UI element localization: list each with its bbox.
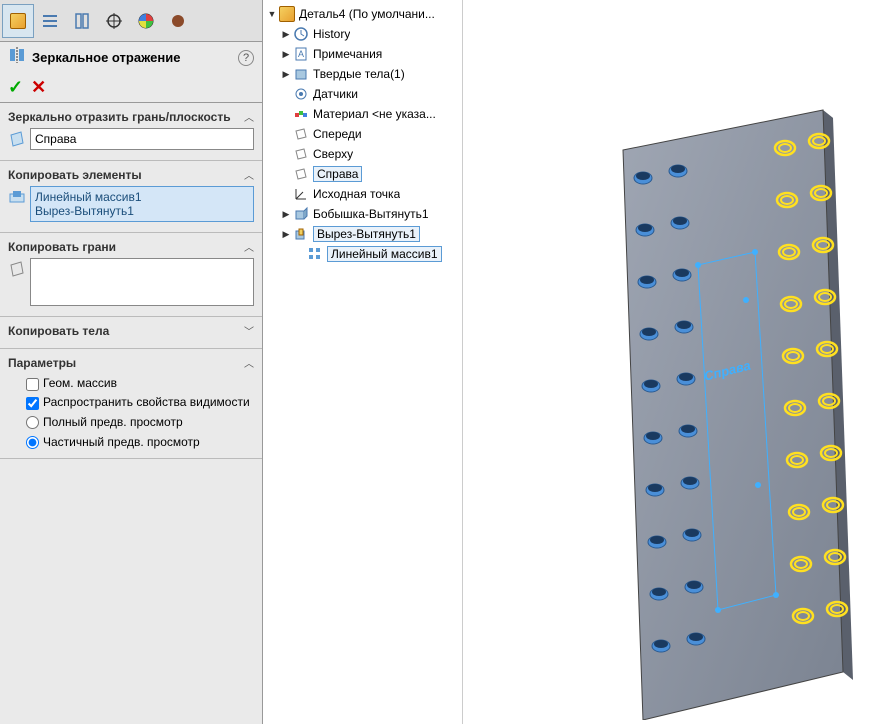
plane-icon — [293, 166, 309, 182]
feature-title: Зеркальное отражение — [32, 50, 238, 65]
target-icon — [105, 12, 123, 30]
model-view: Справа — [523, 40, 879, 720]
full-preview-radio[interactable]: Полный предв. просмотр — [8, 412, 254, 432]
plane-icon — [8, 130, 26, 148]
config-icon — [73, 12, 91, 30]
ok-button[interactable]: ✓ — [8, 77, 23, 98]
chevron-right-icon[interactable]: ▶ — [281, 69, 291, 80]
list-icon — [41, 12, 59, 30]
face-icon — [8, 260, 26, 278]
section-title: Зеркально отразить грань/плоскость — [8, 110, 244, 124]
cut-icon — [293, 226, 309, 242]
tree-annotations[interactable]: ▶ A Примечания — [263, 44, 462, 64]
property-manager-panel: Зеркальное отражение ? ✓ ✕ Зеркально отр… — [0, 0, 263, 724]
tree-solid-bodies[interactable]: ▶ Твердые тела(1) — [263, 64, 462, 84]
chevron-right-icon[interactable]: ▶ — [281, 229, 291, 240]
material-icon — [293, 106, 309, 122]
collapse-toggle[interactable]: ︿ — [244, 239, 254, 254]
tree-boss-extrude[interactable]: ▶ Бобышка-Вытянуть1 — [263, 204, 462, 224]
render-icon — [169, 12, 187, 30]
chevron-right-icon[interactable]: ▶ — [281, 49, 291, 60]
pattern-icon — [307, 246, 323, 262]
tree-cut-extrude[interactable]: ▶ Вырез-Вытянуть1 — [263, 224, 462, 244]
collapse-toggle[interactable]: ︿ — [244, 109, 254, 124]
collapse-toggle[interactable]: ︿ — [244, 355, 254, 370]
help-button[interactable]: ? — [238, 50, 254, 66]
panel-tabs — [0, 0, 262, 42]
tab-property-manager[interactable] — [34, 4, 66, 38]
geom-pattern-input[interactable] — [26, 378, 39, 391]
section-title: Параметры — [8, 356, 244, 370]
cancel-button[interactable]: ✕ — [31, 77, 46, 98]
extrude-icon — [293, 206, 309, 222]
section-title: Копировать тела — [8, 324, 244, 338]
list-item[interactable]: Линейный массив1 — [35, 190, 249, 204]
radio-label: Частичный предв. просмотр — [43, 435, 200, 449]
full-preview-input[interactable] — [26, 416, 39, 429]
feature-header: Зеркальное отражение ? — [0, 42, 262, 73]
notes-icon: A — [293, 46, 309, 62]
chevron-down-icon[interactable]: ▼ — [267, 9, 277, 19]
tab-display-manager[interactable] — [130, 4, 162, 38]
radio-label: Полный предв. просмотр — [43, 415, 183, 429]
section-mirror-plane: Зеркально отразить грань/плоскость ︿ — [0, 103, 262, 161]
plane-icon — [293, 146, 309, 162]
tab-dimxpert[interactable] — [98, 4, 130, 38]
cube-icon — [10, 13, 26, 29]
section-copy-faces: Копировать грани ︿ — [0, 233, 262, 317]
mirror-plane-input[interactable] — [30, 128, 254, 150]
tree-plane-front[interactable]: Спереди — [263, 124, 462, 144]
mirror-feature-icon — [8, 46, 26, 69]
tree-sensors[interactable]: Датчики — [263, 84, 462, 104]
checkbox-label: Геом. массив — [43, 376, 117, 390]
partial-preview-input[interactable] — [26, 436, 39, 449]
plane-icon — [293, 126, 309, 142]
collapse-toggle[interactable]: ﹀ — [244, 323, 254, 338]
tab-configuration-manager[interactable] — [66, 4, 98, 38]
section-copy-bodies: Копировать тела ﹀ — [0, 317, 262, 349]
tab-render-setup[interactable] — [162, 4, 194, 38]
partial-preview-radio[interactable]: Частичный предв. просмотр — [8, 432, 254, 452]
confirm-bar: ✓ ✕ — [0, 73, 262, 103]
tree-linear-pattern[interactable]: Линейный массив1 — [263, 244, 462, 264]
faces-to-mirror-list[interactable] — [30, 258, 254, 306]
chevron-right-icon[interactable]: ▶ — [281, 29, 291, 40]
collapse-toggle[interactable]: ︿ — [244, 167, 254, 182]
viewport-3d[interactable]: Справа — [463, 0, 879, 724]
list-item[interactable]: Вырез-Вытянуть1 — [35, 204, 249, 218]
tree-plane-right[interactable]: Справа — [263, 164, 462, 184]
tree-material[interactable]: Материал <не указа... — [263, 104, 462, 124]
origin-icon — [293, 186, 309, 202]
checkbox-label: Распространить свойства видимости — [43, 395, 250, 409]
part-icon — [279, 6, 295, 22]
features-to-mirror-list[interactable]: Линейный массив1 Вырез-Вытянуть1 — [30, 186, 254, 222]
feature-icon — [8, 188, 26, 206]
section-title: Копировать элементы — [8, 168, 244, 182]
section-options: Параметры ︿ Геом. массив Распространить … — [0, 349, 262, 459]
sensor-icon — [293, 86, 309, 102]
feature-tree: ▼ Деталь4 (По умолчани... ▶ History ▶ A … — [263, 0, 463, 724]
tab-feature-manager[interactable] — [2, 4, 34, 38]
chevron-right-icon[interactable]: ▶ — [281, 209, 291, 220]
tree-origin[interactable]: Исходная точка — [263, 184, 462, 204]
body-icon — [293, 66, 309, 82]
svg-text:A: A — [298, 49, 304, 59]
section-copy-features: Копировать элементы ︿ Линейный массив1 В… — [0, 161, 262, 233]
appearance-icon — [137, 12, 155, 30]
geom-pattern-checkbox[interactable]: Геом. массив — [8, 374, 254, 393]
propagate-visibility-input[interactable] — [26, 397, 39, 410]
tree-plane-top[interactable]: Сверху — [263, 144, 462, 164]
history-icon — [293, 26, 309, 42]
propagate-visibility-checkbox[interactable]: Распространить свойства видимости — [8, 393, 254, 412]
tree-history[interactable]: ▶ History — [263, 24, 462, 44]
section-title: Копировать грани — [8, 240, 244, 254]
tree-root[interactable]: ▼ Деталь4 (По умолчани... — [263, 4, 462, 24]
